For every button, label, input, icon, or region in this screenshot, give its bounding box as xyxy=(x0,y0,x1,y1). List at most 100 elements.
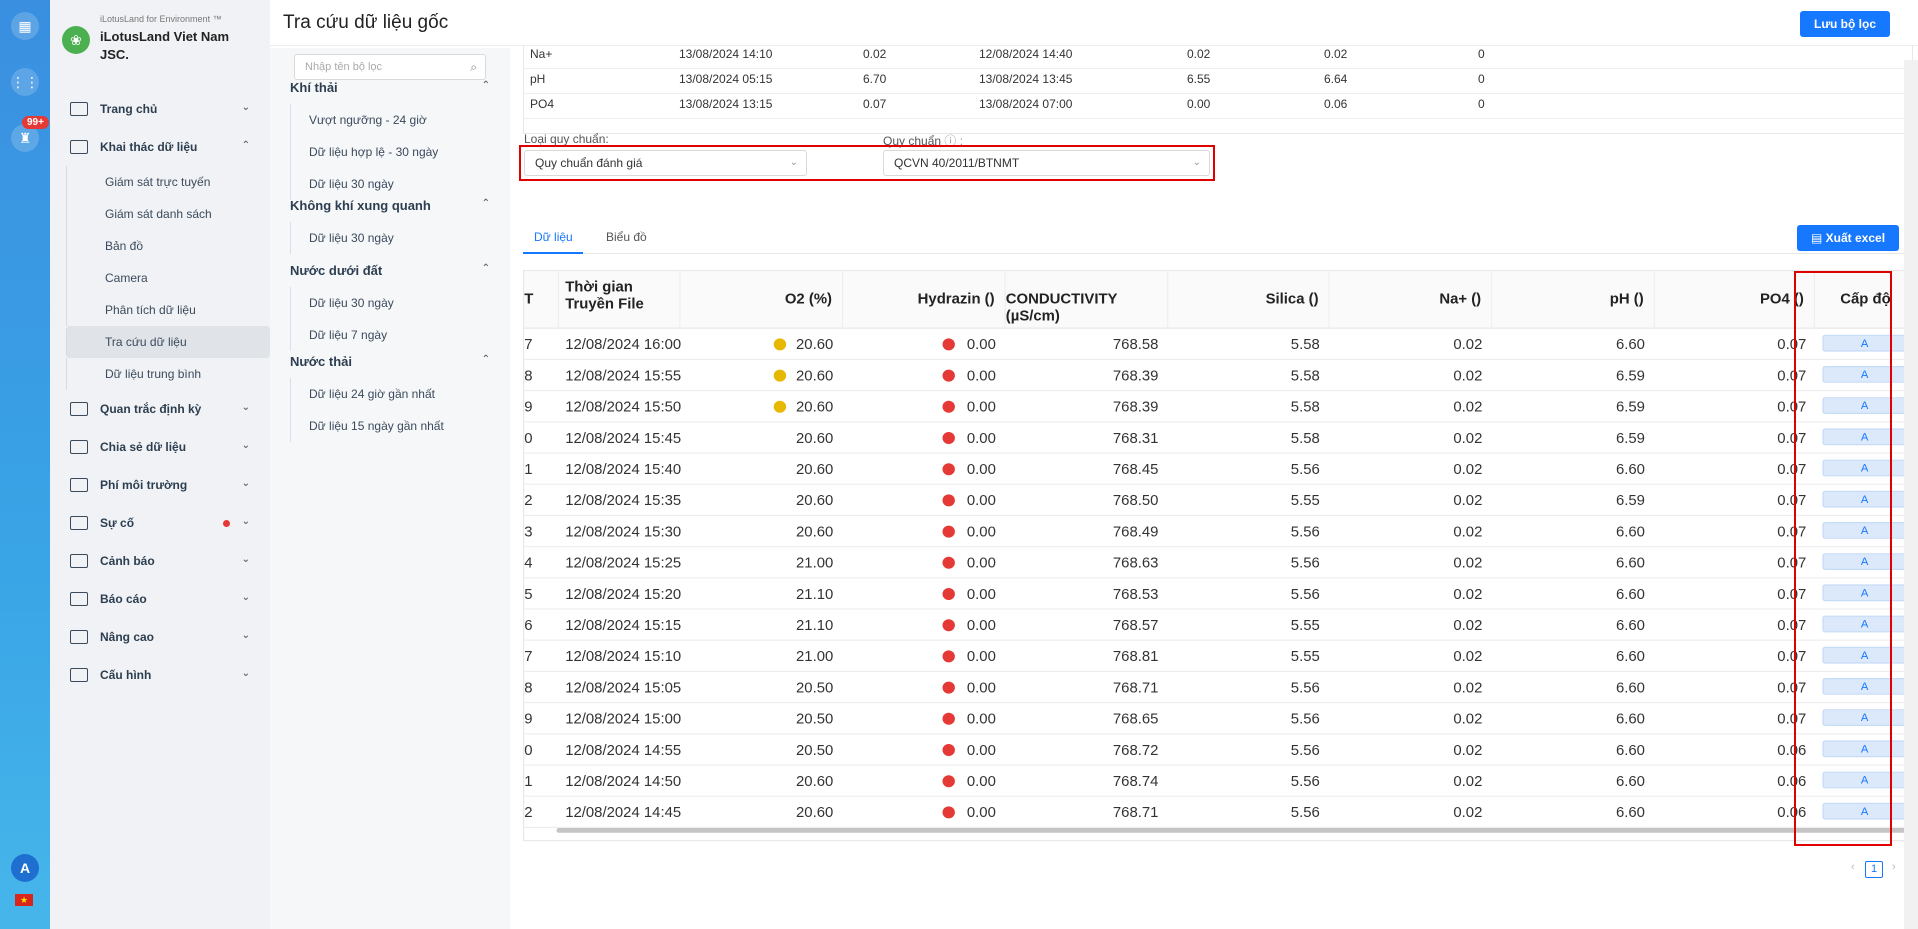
table-row[interactable]: 2 12/08/2024 15:35 20.60 0.00 768.50 5.55 0.02… xyxy=(524,485,1912,516)
table-row[interactable]: 8 12/08/2024 15:05 20.50 0.00 768.71 5.56 0.02… xyxy=(524,672,1912,704)
app-rail: ▦ ⋮⋮ ♜ 99+ A ★ xyxy=(0,0,50,929)
status-dot xyxy=(773,338,787,351)
table-row[interactable]: 0 12/08/2024 14:55 20.50 0.00 768.72 5.56 0.02… xyxy=(524,734,1912,766)
table-row[interactable]: 3 12/08/2024 15:30 20.60 0.00 768.49 5.56 0.02… xyxy=(524,516,1912,548)
filter-group: Nước thải ⌃ Dữ liệu 24 giờ gần nhất Dữ liệu… xyxy=(290,354,490,442)
table-cell: 6.59 xyxy=(1615,492,1645,509)
table-row[interactable]: 2 12/08/2024 14:45 20.60 0.00 768.71 5.56 0.02… xyxy=(524,797,1912,828)
sidebar-item-label: Cảnh báo xyxy=(100,554,155,568)
search-icon[interactable]: ⌕ xyxy=(470,55,477,79)
submenu-item[interactable]: Giám sát danh sách xyxy=(66,198,270,230)
filter-item[interactable]: Dữ liệu hợp lệ - 30 ngày xyxy=(290,136,490,168)
submenu-item[interactable]: Phân tích dữ liệu xyxy=(66,294,270,326)
table-row[interactable]: 0 12/08/2024 15:45 20.60 0.00 768.31 5.58 0.02… xyxy=(524,422,1912,454)
table-cell: 20.50 xyxy=(796,741,834,759)
table-row[interactable]: 4 12/08/2024 15:25 21.00 0.00 768.63 5.56 0.02… xyxy=(524,547,1912,579)
column-header[interactable]: Hydrazin () xyxy=(843,271,1006,329)
filter-item[interactable]: Dữ liệu 30 ngày xyxy=(290,287,490,319)
filter-item[interactable]: Dữ liệu 7 ngày xyxy=(290,319,490,351)
submenu-item[interactable]: Dữ liệu trung bình xyxy=(66,358,270,390)
column-header-label: T xyxy=(524,290,534,308)
status-dot xyxy=(942,369,955,382)
table-row[interactable]: 7 12/08/2024 16:00 20.60 0.00 768.58 5.58 0.02… xyxy=(524,329,1912,360)
table-cell: 12/08/2024 15:35 xyxy=(565,492,682,509)
sidebar-item[interactable]: Nâng cao ⌄ xyxy=(50,618,270,656)
language-flag-icon[interactable]: ★ xyxy=(15,894,33,906)
avatar[interactable]: A xyxy=(11,854,39,882)
table-cell: 6.60 xyxy=(1615,710,1645,728)
sidebar-item[interactable]: Báo cáo ⌄ xyxy=(50,580,270,618)
table-row[interactable]: 9 12/08/2024 15:50 20.60 0.00 768.39 5.58 0.02… xyxy=(524,391,1912,423)
table-cell: 768.74 xyxy=(1112,772,1159,790)
submenu-item[interactable]: Tra cứu dữ liệu xyxy=(66,326,270,358)
column-header[interactable]: O2 (%) xyxy=(680,271,844,329)
filter-group-title[interactable]: Nước thải ⌃ xyxy=(290,354,490,378)
pagination-prev[interactable]: ‹ xyxy=(1851,861,1855,873)
highlight-box-standard xyxy=(519,145,1215,181)
filter-item[interactable]: Vượt ngưỡng - 24 giờ xyxy=(290,104,490,136)
menu-item-icon xyxy=(70,102,88,116)
notification-badge: 99+ xyxy=(22,116,49,129)
app-logo-icon[interactable]: ▦ xyxy=(11,12,39,40)
table-row[interactable]: 8 12/08/2024 15:55 20.60 0.00 768.39 5.58 0.02… xyxy=(524,360,1912,392)
summary-cell: 0.02 xyxy=(1324,47,1348,61)
summary-cell: 13/08/2024 14:10 xyxy=(679,47,773,61)
table-cell: 0.00 xyxy=(966,336,996,353)
sidebar-item[interactable]: Chia sẻ dữ liệu ⌄ xyxy=(50,428,270,466)
sidebar-item[interactable]: Cấu hình ⌄ xyxy=(50,656,270,694)
sidebar-item[interactable]: Cảnh báo ⌄ xyxy=(50,542,270,580)
table-row[interactable]: 1 12/08/2024 14:50 20.60 0.00 768.74 5.56 0.02… xyxy=(524,766,1912,797)
column-header[interactable]: Thời gian Truyền File xyxy=(558,271,681,329)
column-header[interactable]: pH () xyxy=(1492,271,1655,329)
column-header[interactable]: Silica () xyxy=(1168,271,1330,329)
export-excel-button[interactable]: ▤ Xuất excel xyxy=(1797,225,1900,251)
column-header[interactable]: T xyxy=(524,271,559,329)
filter-item[interactable]: Dữ liệu 30 ngày xyxy=(290,168,490,200)
filter-item[interactable]: Dữ liệu 24 giờ gần nhất xyxy=(290,378,490,410)
sidebar-item[interactable]: Sự cố ⌄ xyxy=(50,504,270,542)
sidebar-item[interactable]: Phí môi trường ⌄ xyxy=(50,466,270,504)
filter-item[interactable]: Dữ liệu 15 ngày gần nhất xyxy=(290,410,490,442)
submenu-item[interactable]: Camera xyxy=(66,262,270,294)
table-cell: 0.02 xyxy=(1453,679,1483,696)
submenu-item[interactable]: Giám sát trực tuyến xyxy=(66,166,270,198)
apps-grid-icon[interactable]: ⋮⋮ xyxy=(11,68,39,96)
sidebar-item[interactable]: Quan trắc định kỳ ⌄ xyxy=(50,390,270,428)
submenu-item[interactable]: Bản đồ xyxy=(66,230,270,262)
table-row[interactable]: 9 12/08/2024 15:00 20.50 0.00 768.65 5.56 0.02… xyxy=(524,703,1912,735)
table-cell: 5.56 xyxy=(1290,804,1320,821)
table-cell: 0.00 xyxy=(966,367,996,384)
table-row[interactable]: 7 12/08/2024 15:10 21.00 0.00 768.81 5.55 0.02… xyxy=(524,641,1912,672)
filter-search-input[interactable]: Nhập tên bộ lọc ⌕ xyxy=(294,54,486,80)
filter-group-title[interactable]: Khí thải ⌃ xyxy=(290,80,490,104)
tab-chart[interactable]: Biểu đồ xyxy=(606,230,647,244)
sidebar-item[interactable]: Khai thác dữ liệu ⌃ xyxy=(50,128,270,166)
tab-data[interactable]: Dữ liệu xyxy=(534,230,573,244)
table-cell: 12/08/2024 15:25 xyxy=(565,554,682,572)
table-cell: 3 xyxy=(524,523,533,540)
table-row[interactable]: 5 12/08/2024 15:20 21.10 0.00 768.53 5.56 0.02… xyxy=(524,578,1912,610)
save-filter-button[interactable]: Lưu bộ lọc xyxy=(1799,11,1890,37)
summary-cell: 0.02 xyxy=(1187,47,1211,61)
filter-item[interactable]: Dữ liệu 30 ngày xyxy=(290,222,490,254)
menu-item-icon xyxy=(70,478,88,492)
page-scrollbar[interactable] xyxy=(1904,60,1918,929)
horizontal-scrollbar[interactable] xyxy=(556,828,1912,833)
pagination-next[interactable]: › xyxy=(1892,861,1896,873)
pagination-page[interactable]: 1 xyxy=(1865,861,1883,878)
column-header[interactable]: CONDUCTIVITY (µS/cm) xyxy=(1005,271,1169,329)
status-dot xyxy=(774,650,786,662)
table-row[interactable]: 1 12/08/2024 15:40 20.60 0.00 768.45 5.56 0.02… xyxy=(524,454,1912,485)
column-header[interactable]: PO4 () xyxy=(1654,271,1815,329)
table-cell: 768.57 xyxy=(1112,616,1159,634)
filter-group-title[interactable]: Không khí xung quanh ⌃ xyxy=(290,198,490,222)
table-cell: 21.00 xyxy=(796,554,834,572)
sidebar-item[interactable]: Trang chủ ⌄ xyxy=(50,90,270,128)
table-row[interactable]: 6 12/08/2024 15:15 21.10 0.00 768.57 5.55 0.02… xyxy=(524,610,1912,641)
main-content: Na+ 13/08/2024 14:10 0.02 12/08/2024 14:40 0… xyxy=(510,46,1918,929)
column-header[interactable]: Na+ () xyxy=(1329,271,1493,329)
chevron-icon: ⌃ xyxy=(241,140,250,151)
filter-group-title[interactable]: Nước dưới đất ⌃ xyxy=(290,263,490,287)
table-cell: 12/08/2024 15:50 xyxy=(565,398,682,416)
table-cell: 0.00 xyxy=(966,741,996,759)
